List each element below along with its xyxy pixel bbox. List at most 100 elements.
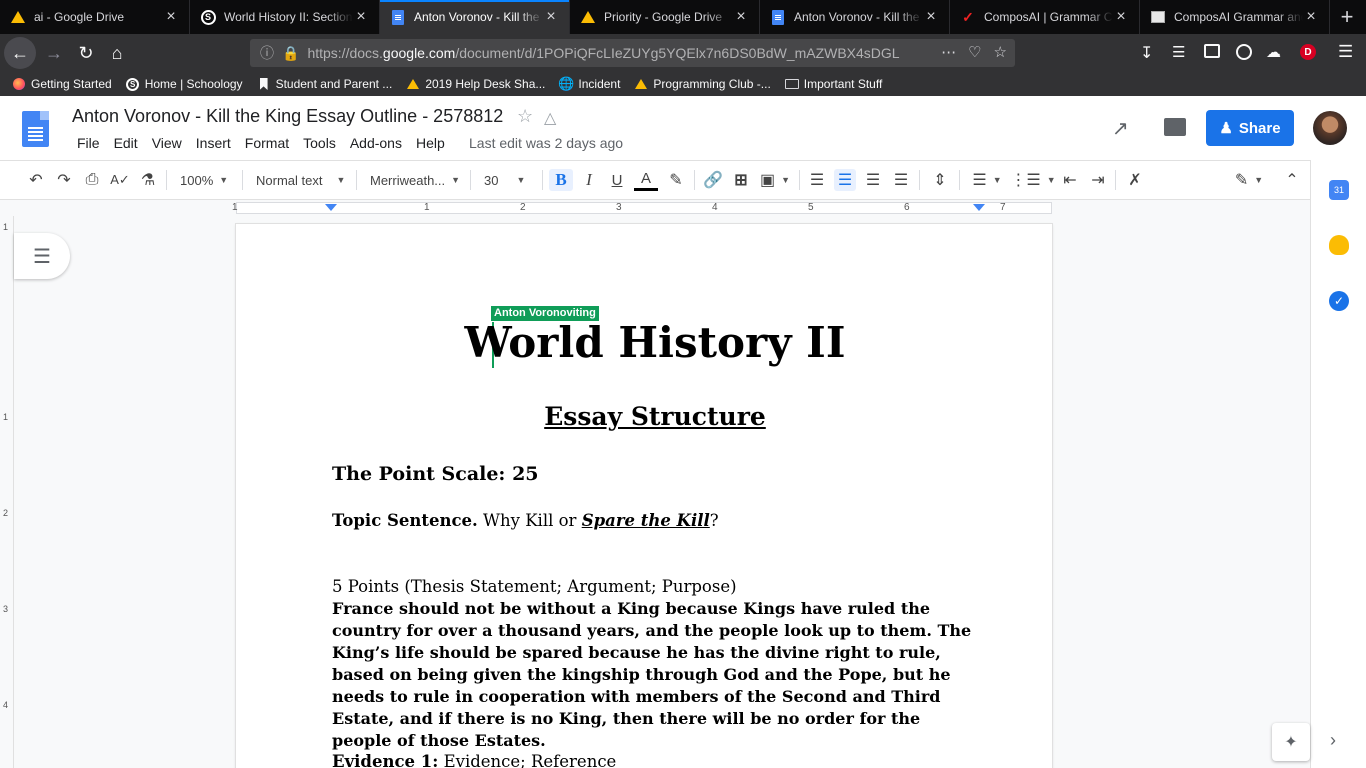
- justify-icon[interactable]: ☰: [891, 169, 911, 191]
- zoom-select[interactable]: 100% ▼: [180, 169, 236, 191]
- close-tab-icon[interactable]: ×: [1113, 8, 1129, 26]
- font-select[interactable]: Merriweath... ▼: [370, 169, 462, 191]
- italic-button[interactable]: I: [578, 169, 600, 191]
- left-indent-marker[interactable]: [325, 204, 337, 211]
- bookmark-item[interactable]: 2019 Help Desk Sha...: [406, 77, 545, 91]
- undo-icon[interactable]: ↶: [26, 169, 46, 191]
- close-tab-icon[interactable]: ×: [163, 8, 179, 26]
- evidence-paragraph[interactable]: Evidence 1: Evidence; Reference: [332, 751, 982, 768]
- menu-item-format[interactable]: Format: [238, 135, 296, 151]
- keep-icon[interactable]: [1329, 235, 1349, 255]
- menu-item-add-ons[interactable]: Add-ons: [343, 135, 409, 151]
- collapse-menus-icon[interactable]: ⌃: [1282, 169, 1302, 191]
- highlight-icon[interactable]: ✎: [666, 169, 686, 191]
- forward-button[interactable]: →: [38, 37, 70, 69]
- insert-image-icon[interactable]: ▣ ▼: [759, 169, 791, 191]
- url-bar[interactable]: ⓘ 🔒 https://docs. google.com/document/d/1…: [250, 39, 1015, 67]
- underline-button[interactable]: U: [606, 169, 628, 191]
- redo-icon[interactable]: ↷: [54, 169, 74, 191]
- close-tab-icon[interactable]: ×: [353, 8, 369, 26]
- calendar-icon[interactable]: 31: [1329, 180, 1349, 200]
- bookmark-item[interactable]: 🌐 Incident: [558, 76, 620, 91]
- new-tab-button[interactable]: +: [1330, 0, 1364, 34]
- show-side-panel-icon[interactable]: ›: [1330, 730, 1336, 751]
- bookmark-item[interactable]: Getting Started: [12, 77, 112, 91]
- style-select[interactable]: Normal text ▼: [256, 169, 348, 191]
- info-icon[interactable]: ⓘ: [260, 43, 274, 63]
- bookmark-item[interactable]: Important Stuff: [784, 77, 882, 91]
- align-right-icon[interactable]: ☰: [863, 169, 883, 191]
- profile-icon[interactable]: D: [1300, 44, 1316, 60]
- move-to-drive-icon[interactable]: △: [544, 108, 556, 128]
- bookmark-item[interactable]: Student and Parent ...: [257, 77, 392, 91]
- bold-button[interactable]: B: [549, 169, 573, 191]
- font-size-select[interactable]: 30 ▼: [484, 169, 536, 191]
- align-center-icon[interactable]: ☰: [834, 169, 856, 191]
- right-indent-marker[interactable]: [973, 204, 985, 211]
- increase-indent-icon[interactable]: ⇥: [1087, 169, 1109, 191]
- pocket-icon[interactable]: ♡: [968, 43, 981, 61]
- bookmark-item[interactable]: S Home | Schoology: [126, 77, 243, 91]
- reload-button[interactable]: ↻: [70, 37, 102, 69]
- tasks-icon[interactable]: ✓: [1329, 291, 1349, 311]
- home-button[interactable]: ⌂: [101, 37, 133, 69]
- bookmark-item[interactable]: Programming Club -...: [634, 77, 771, 91]
- close-tab-icon[interactable]: ×: [733, 8, 749, 26]
- back-button[interactable]: ←: [4, 37, 36, 69]
- browser-tab[interactable]: S World History II: Section ×: [190, 0, 380, 34]
- document-heading[interactable]: World History II: [332, 318, 978, 367]
- thesis-paragraph[interactable]: France should not be without a King beca…: [332, 598, 982, 752]
- paint-format-icon[interactable]: ⚗: [138, 169, 158, 191]
- document-outline-button[interactable]: ☰: [14, 233, 70, 279]
- account-icon[interactable]: [1236, 44, 1252, 60]
- page-actions-icon[interactable]: ⋯: [941, 43, 956, 61]
- print-icon[interactable]: ⎙: [82, 169, 102, 191]
- browser-tab[interactable]: Anton Voronov - Kill the ×: [380, 0, 570, 34]
- point-scale-heading[interactable]: The Point Scale: 25: [332, 462, 982, 486]
- close-tab-icon[interactable]: ×: [923, 8, 939, 26]
- insert-comment-icon[interactable]: ⊞: [731, 169, 751, 191]
- spellcheck-icon[interactable]: A✓: [110, 169, 130, 191]
- align-left-icon[interactable]: ☰: [807, 169, 827, 191]
- last-edit-link[interactable]: Last edit was 2 days ago: [469, 135, 623, 151]
- text-color-button[interactable]: A: [634, 169, 658, 191]
- star-icon[interactable]: ☆: [517, 106, 533, 127]
- menu-item-insert[interactable]: Insert: [189, 135, 238, 151]
- menu-item-file[interactable]: File: [70, 135, 107, 151]
- document-subheading[interactable]: Essay Structure: [332, 402, 978, 431]
- points-line[interactable]: 5 Points (Thesis Statement; Argument; Pu…: [332, 576, 982, 598]
- sidebar-icon[interactable]: [1204, 44, 1220, 58]
- menu-item-view[interactable]: View: [145, 135, 189, 151]
- document-title[interactable]: Anton Voronov - Kill the King Essay Outl…: [72, 106, 503, 127]
- menu-item-tools[interactable]: Tools: [296, 135, 343, 151]
- activity-trend-icon[interactable]: ↗: [1112, 116, 1129, 141]
- bulleted-list-icon[interactable]: ⋮☰ ▼: [1010, 169, 1055, 191]
- editing-mode-icon[interactable]: ✎ ▼: [1232, 169, 1266, 191]
- close-tab-icon[interactable]: ×: [1303, 8, 1319, 26]
- browser-tab[interactable]: ✓ ComposAI | Grammar Ch ×: [950, 0, 1140, 34]
- numbered-list-icon[interactable]: ☰ ▼: [968, 169, 1006, 191]
- browser-tab[interactable]: ai - Google Drive ×: [0, 0, 190, 34]
- cloud-icon[interactable]: ☁: [1266, 43, 1281, 61]
- decrease-indent-icon[interactable]: ⇤: [1059, 169, 1081, 191]
- explore-button[interactable]: ✦: [1272, 723, 1310, 761]
- comments-icon[interactable]: [1164, 118, 1186, 136]
- menu-item-edit[interactable]: Edit: [107, 135, 145, 151]
- avatar[interactable]: [1313, 111, 1347, 145]
- browser-tab[interactable]: Anton Voronov - Kill the ×: [760, 0, 950, 34]
- menu-item-help[interactable]: Help: [409, 135, 452, 151]
- browser-tab[interactable]: ComposAI Grammar and ×: [1140, 0, 1330, 34]
- bookmark-star-icon[interactable]: ☆: [994, 43, 1007, 61]
- share-button[interactable]: ♟ Share: [1206, 110, 1294, 146]
- line-spacing-icon[interactable]: ⇕: [929, 169, 951, 191]
- ruler-track[interactable]: [236, 202, 1052, 214]
- google-docs-logo-icon[interactable]: [22, 111, 49, 147]
- downloads-icon[interactable]: ↧: [1140, 43, 1153, 63]
- link-icon[interactable]: 🔗: [702, 169, 724, 191]
- browser-tab[interactable]: Priority - Google Drive ×: [570, 0, 760, 34]
- close-tab-icon[interactable]: ×: [543, 8, 559, 26]
- clear-formatting-icon[interactable]: ✗: [1124, 169, 1146, 191]
- library-icon[interactable]: ☰: [1172, 43, 1185, 61]
- topic-sentence-paragraph[interactable]: Topic Sentence. Why Kill or Spare the Ki…: [332, 510, 982, 532]
- menu-icon[interactable]: ☰: [1338, 42, 1353, 62]
